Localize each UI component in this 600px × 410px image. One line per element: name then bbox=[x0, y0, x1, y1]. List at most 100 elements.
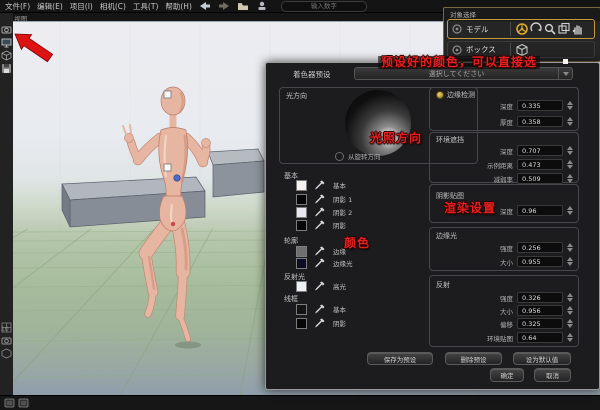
value-field[interactable]: 0.473 bbox=[517, 159, 563, 170]
light-direction-sphere[interactable] bbox=[345, 90, 411, 156]
color-row: 基本 bbox=[296, 179, 346, 191]
zoom-icon[interactable] bbox=[543, 22, 557, 36]
radio-label: 从旋转方向 bbox=[348, 151, 381, 161]
chevron-down-icon[interactable] bbox=[558, 68, 572, 79]
folder-icon[interactable] bbox=[237, 1, 249, 11]
menu-camera[interactable]: 相机(C) bbox=[100, 1, 126, 12]
ok-button[interactable]: 确定 bbox=[490, 368, 524, 382]
setting-row: 强度0.256 bbox=[430, 241, 573, 254]
color-row: 阴影 2 bbox=[296, 206, 352, 218]
grid-icon[interactable] bbox=[1, 322, 12, 333]
bottom-bar bbox=[0, 395, 600, 410]
spinner-control[interactable] bbox=[567, 206, 573, 215]
value-field[interactable]: 0.64 bbox=[517, 332, 563, 343]
light-radio[interactable]: 从旋转方向 bbox=[335, 151, 381, 161]
object-label-model: モデル bbox=[466, 24, 510, 35]
delete-preset-button[interactable]: 删除预设 bbox=[445, 352, 502, 365]
menu-help[interactable]: 帮助(H) bbox=[165, 1, 192, 12]
rotate-icon[interactable] bbox=[529, 22, 543, 36]
value-field[interactable]: 0.256 bbox=[517, 242, 563, 253]
reset-default-button[interactable]: 设为默认值 bbox=[513, 352, 571, 365]
menu-edit[interactable]: 编辑(E) bbox=[37, 1, 63, 12]
color-swatch[interactable] bbox=[296, 281, 307, 292]
eyedropper-icon[interactable] bbox=[314, 257, 326, 269]
number-input[interactable] bbox=[281, 1, 367, 12]
color-label: 阴影 2 bbox=[333, 207, 352, 217]
color-swatch[interactable] bbox=[296, 180, 307, 191]
color-swatch[interactable] bbox=[296, 194, 307, 205]
rim-light-title: 边缘光 bbox=[436, 231, 457, 241]
eyedropper-icon[interactable] bbox=[314, 317, 326, 329]
box-icon[interactable] bbox=[1, 348, 12, 359]
value-field[interactable]: 0.326 bbox=[517, 292, 563, 303]
cancel-button[interactable]: 取消 bbox=[534, 368, 571, 382]
value-field[interactable]: 0.335 bbox=[517, 100, 563, 111]
eyedropper-icon[interactable] bbox=[314, 245, 326, 257]
setting-label: 深度 bbox=[500, 146, 513, 156]
value-field[interactable]: 0.707 bbox=[517, 145, 563, 156]
eyedropper-icon[interactable] bbox=[314, 206, 326, 218]
eyedropper-icon[interactable] bbox=[314, 179, 326, 191]
cube-icon[interactable] bbox=[1, 50, 12, 61]
color-swatch[interactable] bbox=[296, 258, 307, 269]
box-object-cube[interactable] bbox=[208, 149, 264, 197]
spinner-control[interactable] bbox=[567, 243, 573, 252]
camera-icon[interactable] bbox=[1, 24, 12, 35]
spinner-control[interactable] bbox=[567, 160, 573, 169]
color-swatch[interactable] bbox=[296, 220, 307, 231]
joint-marker-red[interactable] bbox=[171, 222, 175, 226]
save-icon[interactable] bbox=[1, 63, 12, 74]
camera-icon[interactable] bbox=[1, 335, 12, 346]
spinner-control[interactable] bbox=[567, 306, 573, 315]
monitor-icon[interactable] bbox=[1, 37, 12, 48]
stamp-icon[interactable] bbox=[256, 1, 268, 11]
setting-label: 深度 bbox=[500, 101, 513, 111]
value-field[interactable]: 0.955 bbox=[517, 256, 563, 267]
value-field[interactable]: 0.325 bbox=[517, 318, 563, 329]
move-icon[interactable] bbox=[557, 22, 571, 36]
save-preset-button[interactable]: 保存为预设 bbox=[367, 352, 433, 365]
page-icon[interactable] bbox=[18, 398, 29, 408]
page-icon[interactable] bbox=[4, 398, 15, 408]
eyedropper-icon[interactable] bbox=[314, 280, 326, 292]
eye-icon[interactable] bbox=[451, 44, 463, 56]
eyedropper-icon[interactable] bbox=[314, 219, 326, 231]
value-field[interactable]: 0.956 bbox=[517, 305, 563, 316]
object-row-model[interactable]: モデル bbox=[447, 19, 595, 39]
joint-marker-blue[interactable] bbox=[174, 175, 180, 181]
value-field[interactable]: 0.96 bbox=[517, 205, 563, 216]
steering-icon[interactable] bbox=[515, 22, 529, 36]
eye-icon[interactable] bbox=[451, 23, 463, 35]
color-swatch[interactable] bbox=[296, 207, 307, 218]
color-swatch[interactable] bbox=[296, 318, 307, 329]
left-toolbar: 10 bbox=[0, 13, 13, 395]
menu-project[interactable]: 项目(I) bbox=[70, 1, 93, 12]
spinner-control[interactable] bbox=[567, 333, 573, 342]
checkbox-icon[interactable] bbox=[436, 91, 444, 99]
selection-handle-head[interactable] bbox=[164, 91, 171, 98]
menu-tools[interactable]: 工具(T) bbox=[133, 1, 158, 12]
spinner-control[interactable] bbox=[567, 146, 573, 155]
hand-icon[interactable] bbox=[571, 22, 585, 36]
forward-arrow-icon[interactable] bbox=[218, 1, 230, 11]
object-label-box: ボックス bbox=[466, 44, 510, 55]
eyedropper-icon[interactable] bbox=[314, 303, 326, 315]
color-swatch[interactable] bbox=[296, 246, 307, 257]
spinner-control[interactable] bbox=[567, 319, 573, 328]
radio-icon[interactable] bbox=[335, 152, 344, 161]
color-row: 高光 bbox=[296, 280, 346, 292]
value-field[interactable]: 0.509 bbox=[517, 173, 563, 184]
spinner-control[interactable] bbox=[567, 257, 573, 266]
menu-file[interactable]: 文件(F) bbox=[5, 1, 30, 12]
setting-row: 示例距离0.473 bbox=[430, 158, 573, 171]
spinner-control[interactable] bbox=[567, 293, 573, 302]
spinner-control[interactable] bbox=[567, 101, 573, 110]
back-arrow-icon[interactable] bbox=[199, 1, 211, 11]
spinner-control[interactable] bbox=[567, 117, 573, 126]
spinner-control[interactable] bbox=[567, 174, 573, 183]
selection-handle-chest[interactable] bbox=[164, 164, 171, 171]
color-swatch[interactable] bbox=[296, 304, 307, 315]
eyedropper-icon[interactable] bbox=[314, 193, 326, 205]
annotation-color-note: 颜色 bbox=[344, 234, 370, 251]
value-field[interactable]: 0.358 bbox=[517, 116, 563, 127]
